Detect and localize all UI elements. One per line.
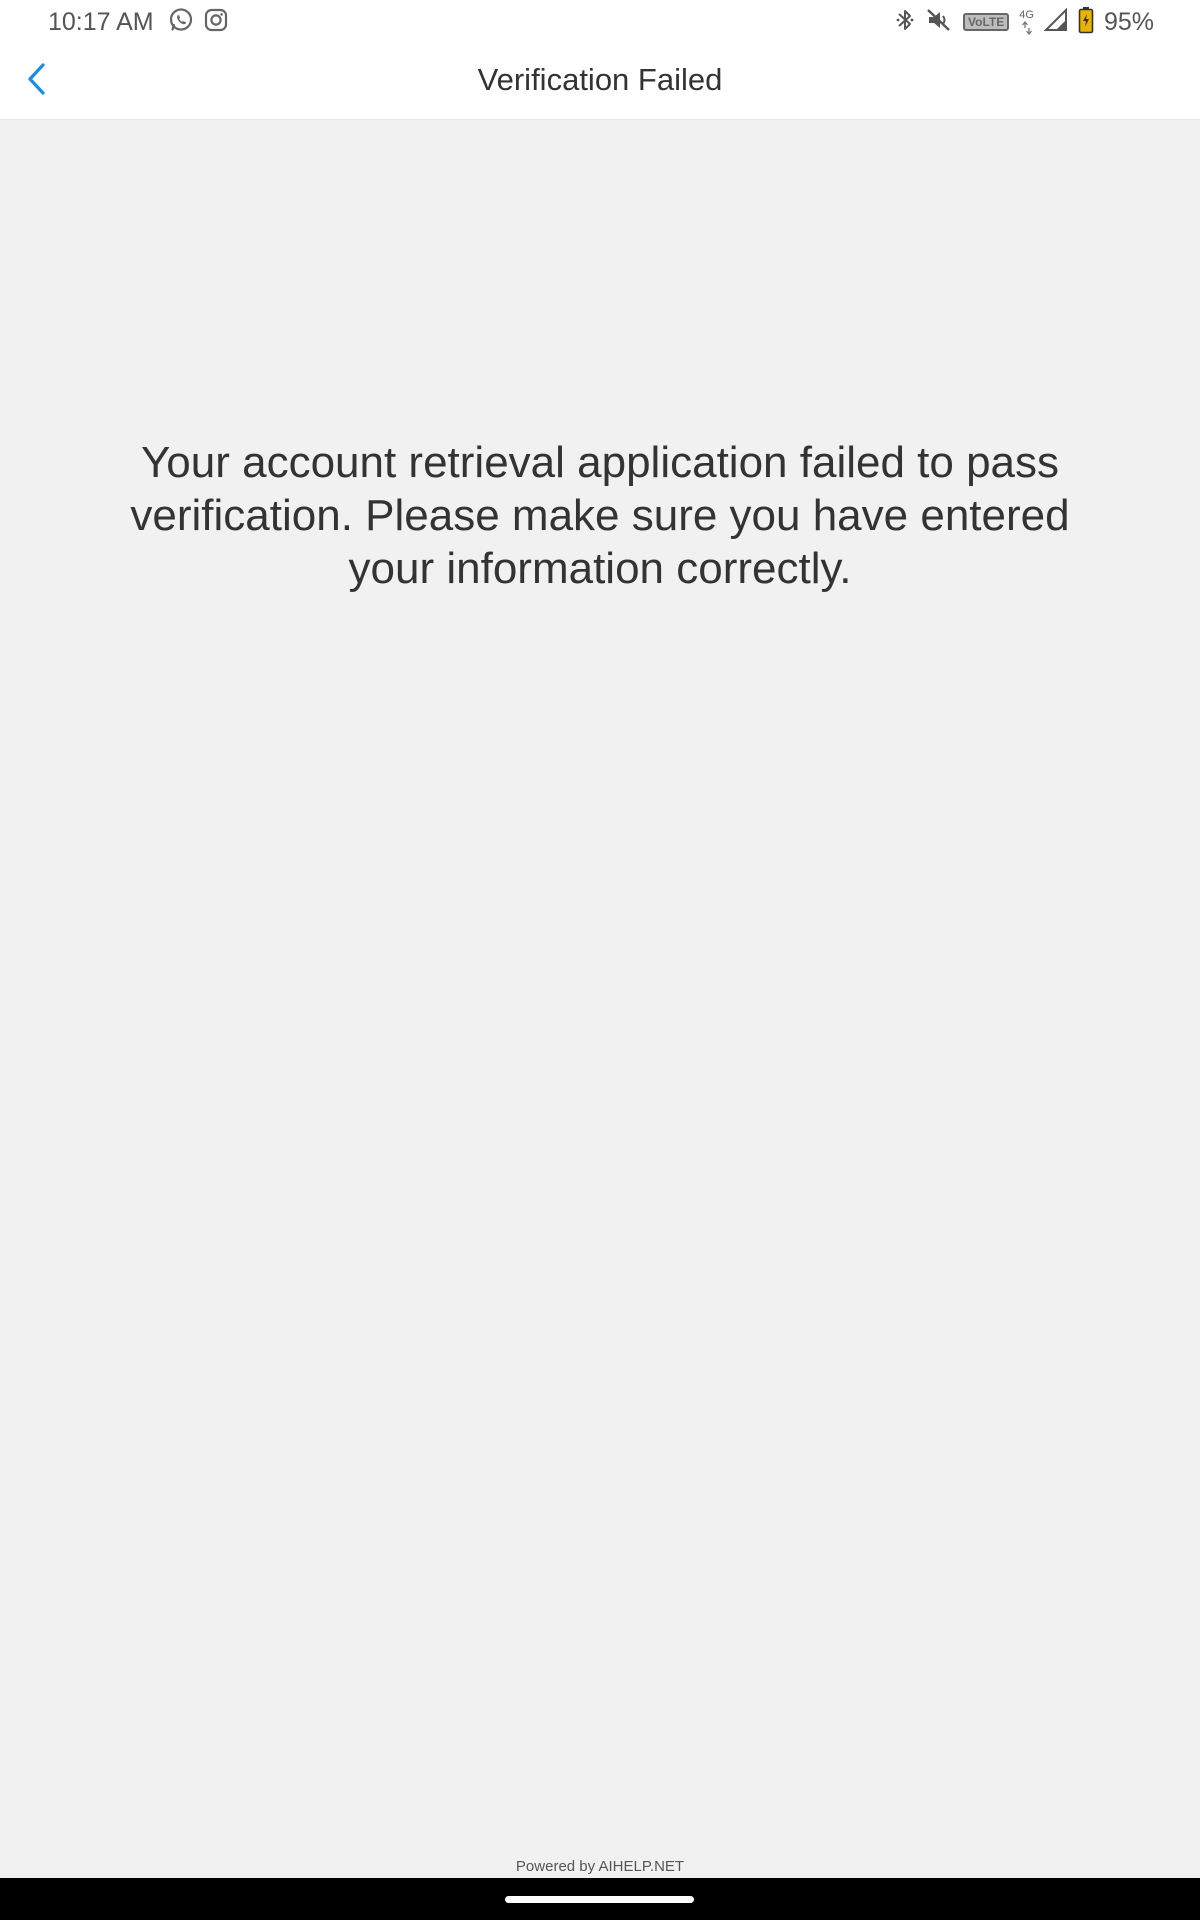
status-right: VoLTE 4G 95% (895, 6, 1154, 38)
status-bar: 10:17 AM VoLTE 4G 95% (0, 0, 1200, 44)
bluetooth-icon (895, 7, 915, 38)
app-header: Verification Failed (0, 44, 1200, 120)
screen: 10:17 AM VoLTE 4G 95% Verification Faile… (0, 0, 1200, 1920)
signal-icon (1043, 7, 1068, 37)
battery-percentage: 95% (1103, 7, 1154, 36)
mute-icon (925, 7, 953, 38)
page-title: Verification Failed (477, 62, 723, 97)
status-left: 10:17 AM (48, 6, 228, 38)
instagram-icon (204, 8, 228, 37)
battery-charging-icon (1078, 6, 1094, 39)
volte-icon: VoLTE (963, 13, 1010, 31)
network-type-label: 4G (1019, 9, 1034, 21)
whatsapp-icon (168, 7, 194, 38)
home-indicator[interactable] (505, 1896, 694, 1903)
verification-failed-message: Your account retrieval application faile… (130, 438, 1070, 593)
powered-by-label: Powered by AIHELP.NET (515, 1858, 685, 1875)
status-time: 10:17 AM (48, 7, 154, 36)
network-icon: 4G (1019, 9, 1034, 35)
system-nav-bar (0, 1878, 1200, 1920)
